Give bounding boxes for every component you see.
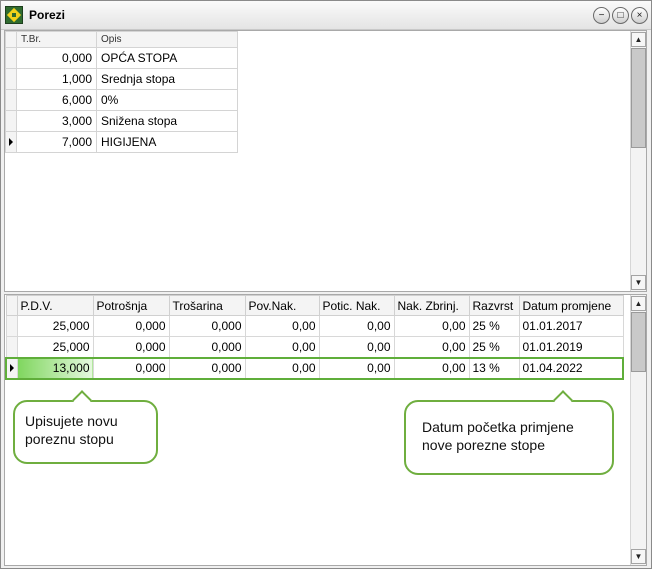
potrosnja-cell[interactable]: 0,000 <box>92 336 170 358</box>
potrosnja-cell[interactable]: 0,000 <box>92 315 170 337</box>
column-header-potrosnja[interactable]: Potrošnja <box>92 295 170 316</box>
callout-new-rate: Upisujete novu poreznu stopu <box>13 390 158 464</box>
trosarina-cell[interactable]: 0,000 <box>168 315 246 337</box>
column-header-razvrst[interactable]: Razvrst <box>468 295 520 316</box>
nak-zbrinj-cell[interactable]: 0,00 <box>393 356 470 380</box>
column-header-pov-nak[interactable]: Pov.Nak. <box>244 295 320 316</box>
datum-promjene-cell[interactable]: 01.01.2019 <box>518 336 624 358</box>
window-title: Porezi <box>29 8 66 22</box>
opis-cell[interactable]: Snižena stopa <box>96 110 238 132</box>
row-indicator <box>5 336 18 358</box>
razvrst-cell[interactable]: 25 % <box>468 315 520 337</box>
tbr-cell[interactable]: 1,000 <box>16 68 97 90</box>
row-indicator <box>5 47 17 69</box>
porezi-window: Porezi − □ × T.Br. Opis 0,000 OPĆA STOPA <box>0 0 652 569</box>
tbr-cell[interactable]: 0,000 <box>16 47 97 69</box>
column-header-potic-nak[interactable]: Potic. Nak. <box>318 295 395 316</box>
scroll-down-icon[interactable]: ▼ <box>631 549 646 564</box>
datum-promjene-cell[interactable]: 01.04.2022 <box>518 356 624 380</box>
title-bar: Porezi − □ × <box>1 1 651 30</box>
row-indicator <box>5 89 17 111</box>
tax-list-scrollbar[interactable]: ▲ ▼ <box>630 31 646 291</box>
table-row[interactable]: 1,000 Srednja stopa <box>5 68 238 90</box>
opis-cell[interactable]: 0% <box>96 89 238 111</box>
pov-nak-cell[interactable]: 0,00 <box>244 336 320 358</box>
tbr-cell[interactable]: 7,000 <box>16 131 97 153</box>
table-row[interactable]: 3,000 Snižena stopa <box>5 110 238 132</box>
pov-nak-cell[interactable]: 0,00 <box>244 356 320 380</box>
table-row-current[interactable]: 13,000 0,000 0,000 0,00 0,00 0,00 13 % 0… <box>5 356 624 380</box>
column-header-tbr[interactable]: T.Br. <box>16 31 97 48</box>
minimize-icon[interactable]: − <box>593 7 610 24</box>
row-indicator-header <box>5 31 17 48</box>
tax-rates-scrollbar[interactable]: ▲ ▼ <box>630 295 646 565</box>
opis-cell[interactable]: OPĆA STOPA <box>96 47 238 69</box>
table-row[interactable]: 25,000 0,000 0,000 0,00 0,00 0,00 25 % 0… <box>5 336 624 358</box>
razvrst-cell[interactable]: 25 % <box>468 336 520 358</box>
potic-nak-cell[interactable]: 0,00 <box>318 315 395 337</box>
callout-start-date: Datum početka primjene nove porezne stop… <box>404 390 614 475</box>
scrollbar-thumb[interactable] <box>631 312 646 372</box>
app-logo-icon <box>5 6 23 24</box>
row-indicator <box>5 110 17 132</box>
tax-rates-grid: P.D.V. Potrošnja Trošarina Pov.Nak. Poti… <box>5 295 624 380</box>
trosarina-cell[interactable]: 0,000 <box>168 356 246 380</box>
scroll-down-icon[interactable]: ▼ <box>631 275 646 290</box>
potic-nak-cell[interactable]: 0,00 <box>318 336 395 358</box>
column-header-datum-promjene[interactable]: Datum promjene <box>518 295 624 316</box>
scroll-up-icon[interactable]: ▲ <box>631 296 646 311</box>
column-header-nak-zbrinj[interactable]: Nak. Zbrinj. <box>393 295 470 316</box>
trosarina-cell[interactable]: 0,000 <box>168 336 246 358</box>
nak-zbrinj-cell[interactable]: 0,00 <box>393 336 470 358</box>
table-row[interactable]: 6,000 0% <box>5 89 238 111</box>
table-row[interactable]: 0,000 OPĆA STOPA <box>5 47 238 69</box>
column-header-pdv[interactable]: P.D.V. <box>16 295 94 316</box>
column-header-opis[interactable]: Opis <box>96 31 238 48</box>
row-indicator <box>5 68 17 90</box>
nak-zbrinj-cell[interactable]: 0,00 <box>393 315 470 337</box>
tbr-cell[interactable]: 6,000 <box>16 89 97 111</box>
column-header-trosarina[interactable]: Trošarina <box>168 295 246 316</box>
scroll-up-icon[interactable]: ▲ <box>631 32 646 47</box>
pdv-cell[interactable]: 25,000 <box>16 336 94 358</box>
tbr-cell[interactable]: 3,000 <box>16 110 97 132</box>
callout-text: Upisujete novu poreznu stopu <box>25 413 118 447</box>
razvrst-cell[interactable]: 13 % <box>468 356 520 380</box>
datum-promjene-cell[interactable]: 01.01.2017 <box>518 315 624 337</box>
callout-text: Datum početka primjene nove porezne stop… <box>422 419 574 453</box>
table-row[interactable]: 25,000 0,000 0,000 0,00 0,00 0,00 25 % 0… <box>5 315 624 337</box>
scrollbar-thumb[interactable] <box>631 48 646 148</box>
tax-list-grid: T.Br. Opis 0,000 OPĆA STOPA 1,000 Srednj… <box>5 31 238 153</box>
current-row-arrow-icon <box>5 356 18 380</box>
pdv-cell[interactable]: 25,000 <box>16 315 94 337</box>
close-icon[interactable]: × <box>631 7 648 24</box>
pdv-cell-editing[interactable]: 13,000 <box>16 356 94 380</box>
row-indicator <box>5 315 18 337</box>
table-row-current[interactable]: 7,000 HIGIJENA <box>5 131 238 153</box>
potic-nak-cell[interactable]: 0,00 <box>318 356 395 380</box>
tax-list-panel: T.Br. Opis 0,000 OPĆA STOPA 1,000 Srednj… <box>4 30 647 292</box>
row-indicator-header <box>5 295 18 316</box>
pov-nak-cell[interactable]: 0,00 <box>244 315 320 337</box>
potrosnja-cell[interactable]: 0,000 <box>92 356 170 380</box>
current-row-arrow-icon <box>5 131 17 153</box>
opis-cell[interactable]: Srednja stopa <box>96 68 238 90</box>
opis-cell[interactable]: HIGIJENA <box>96 131 238 153</box>
maximize-icon[interactable]: □ <box>612 7 629 24</box>
